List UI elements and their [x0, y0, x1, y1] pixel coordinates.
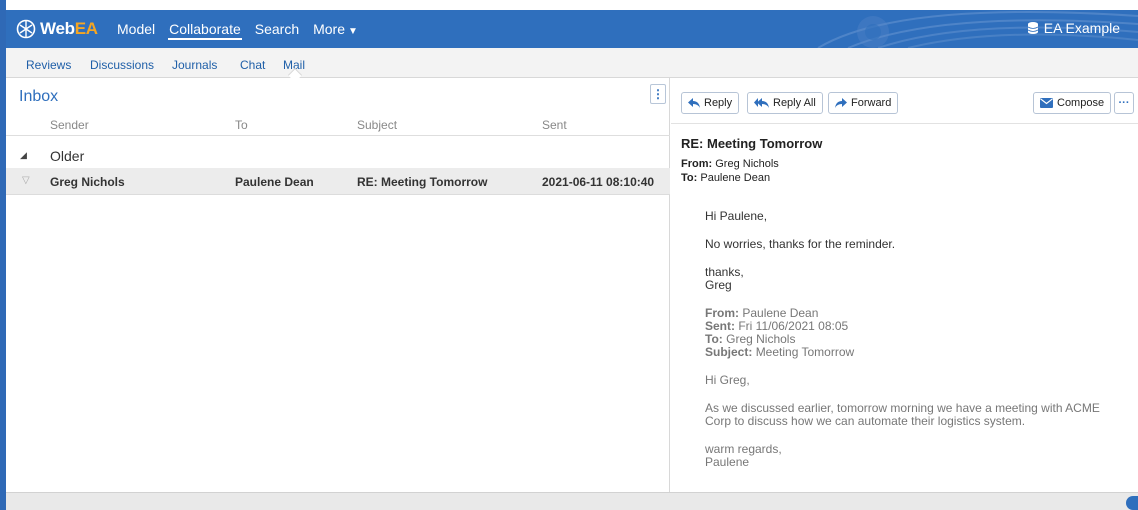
main-nav: Model Collaborate Search More ▼	[116, 10, 371, 48]
database-selector[interactable]: EA Example	[1027, 20, 1120, 36]
column-header-sender[interactable]: Sender	[50, 118, 89, 132]
quoted-signature: Paulene	[705, 455, 750, 469]
body-signature: Greg	[705, 278, 732, 292]
inbox-options-button[interactable]: ⋮	[650, 84, 666, 104]
webea-logo[interactable]: WebEA	[16, 16, 98, 42]
nav-collaborate[interactable]: Collaborate	[168, 19, 242, 40]
column-header-to[interactable]: To	[235, 118, 248, 132]
database-name: EA Example	[1043, 20, 1120, 36]
reply-all-button[interactable]: Reply All	[747, 92, 823, 114]
compose-label: Compose	[1057, 97, 1105, 109]
forward-button[interactable]: Forward	[828, 92, 899, 114]
to-line: To: Paulene Dean	[681, 172, 771, 184]
flag-icon[interactable]: ▽	[22, 175, 30, 186]
help-icon[interactable]	[1126, 496, 1138, 510]
message-subject-heading: RE: Meeting Tomorrow	[681, 136, 823, 151]
message-body: Hi Paulene, No worries, thanks for the r…	[705, 210, 1125, 469]
group-row-older[interactable]: ◢ Older	[6, 141, 670, 167]
more-options-button[interactable]: ···	[1114, 92, 1134, 114]
tab-journals[interactable]: Journals	[172, 58, 217, 72]
from-line: From: Greg Nichols	[681, 158, 779, 170]
chevron-down-icon: ▼	[348, 26, 358, 37]
forward-label: Forward	[851, 97, 892, 109]
tab-discussions[interactable]: Discussions	[90, 58, 154, 72]
message-sender: Greg Nichols	[50, 175, 125, 189]
inbox-title: Inbox	[19, 88, 59, 105]
webea-app: WebEA Model Collaborate Search More ▼ EA …	[0, 0, 1138, 510]
nav-more[interactable]: More ▼	[312, 19, 359, 39]
quoted-closing: warm regards,	[705, 442, 782, 456]
mail-toolbar: Reply Reply All Forward Compose ···	[671, 78, 1138, 124]
quoted-subject: Subject: Meeting Tomorrow	[705, 345, 855, 359]
status-bar	[6, 492, 1138, 510]
quoted-message: From: Paulene Dean Sent: Fri 11/06/2021 …	[705, 307, 1125, 469]
body-signoff: thanks,	[705, 265, 744, 279]
reply-label: Reply	[704, 97, 733, 109]
table-row[interactable]: ▽ Greg Nichols Paulene Dean RE: Meeting …	[6, 168, 670, 195]
collapse-triangle-icon: ◢	[20, 150, 27, 160]
tab-chat[interactable]: Chat	[240, 58, 265, 72]
body-greeting: Hi Paulene,	[705, 209, 768, 223]
top-bar: WebEA Model Collaborate Search More ▼ EA …	[6, 10, 1138, 48]
column-header-subject[interactable]: Subject	[357, 118, 397, 132]
quoted-greeting: Hi Greg,	[705, 373, 750, 387]
logo-text: WebEA	[40, 19, 98, 38]
forward-icon	[835, 98, 847, 108]
inbox-column-headers: Sender To Subject Sent	[6, 112, 670, 136]
envelope-icon	[1040, 98, 1053, 108]
column-header-sent[interactable]: Sent	[542, 118, 567, 132]
inbox-panel: Inbox ⋮ Sender To Subject Sent ◢ Older ▽…	[6, 78, 670, 492]
nav-model[interactable]: Model	[116, 19, 156, 39]
reply-all-label: Reply All	[773, 97, 816, 109]
quoted-body-line: Corp to discuss how we can automate thei…	[705, 414, 1026, 428]
tab-reviews[interactable]: Reviews	[26, 58, 71, 72]
message-to: Paulene Dean	[235, 175, 314, 189]
reading-pane: Reply Reply All Forward Compose ··· RE: …	[671, 78, 1138, 492]
body-line: No worries, thanks for the reminder.	[705, 237, 896, 251]
group-label: Older	[50, 148, 85, 164]
collaborate-subtabs: Reviews Discussions Journals Chat Mail	[6, 48, 1138, 83]
message-subject: RE: Meeting Tomorrow	[357, 175, 488, 189]
message-sent: 2021-06-11 08:10:40	[542, 175, 655, 189]
reply-button[interactable]: Reply	[681, 92, 740, 114]
database-icon	[1027, 22, 1038, 34]
compose-button[interactable]: Compose	[1033, 92, 1112, 114]
reply-icon	[688, 98, 700, 108]
reply-all-icon	[754, 98, 769, 108]
ellipsis-icon: ···	[1118, 97, 1130, 109]
kebab-icon: ⋮	[652, 87, 664, 101]
nav-search[interactable]: Search	[254, 19, 300, 39]
webea-logo-icon	[16, 19, 36, 39]
